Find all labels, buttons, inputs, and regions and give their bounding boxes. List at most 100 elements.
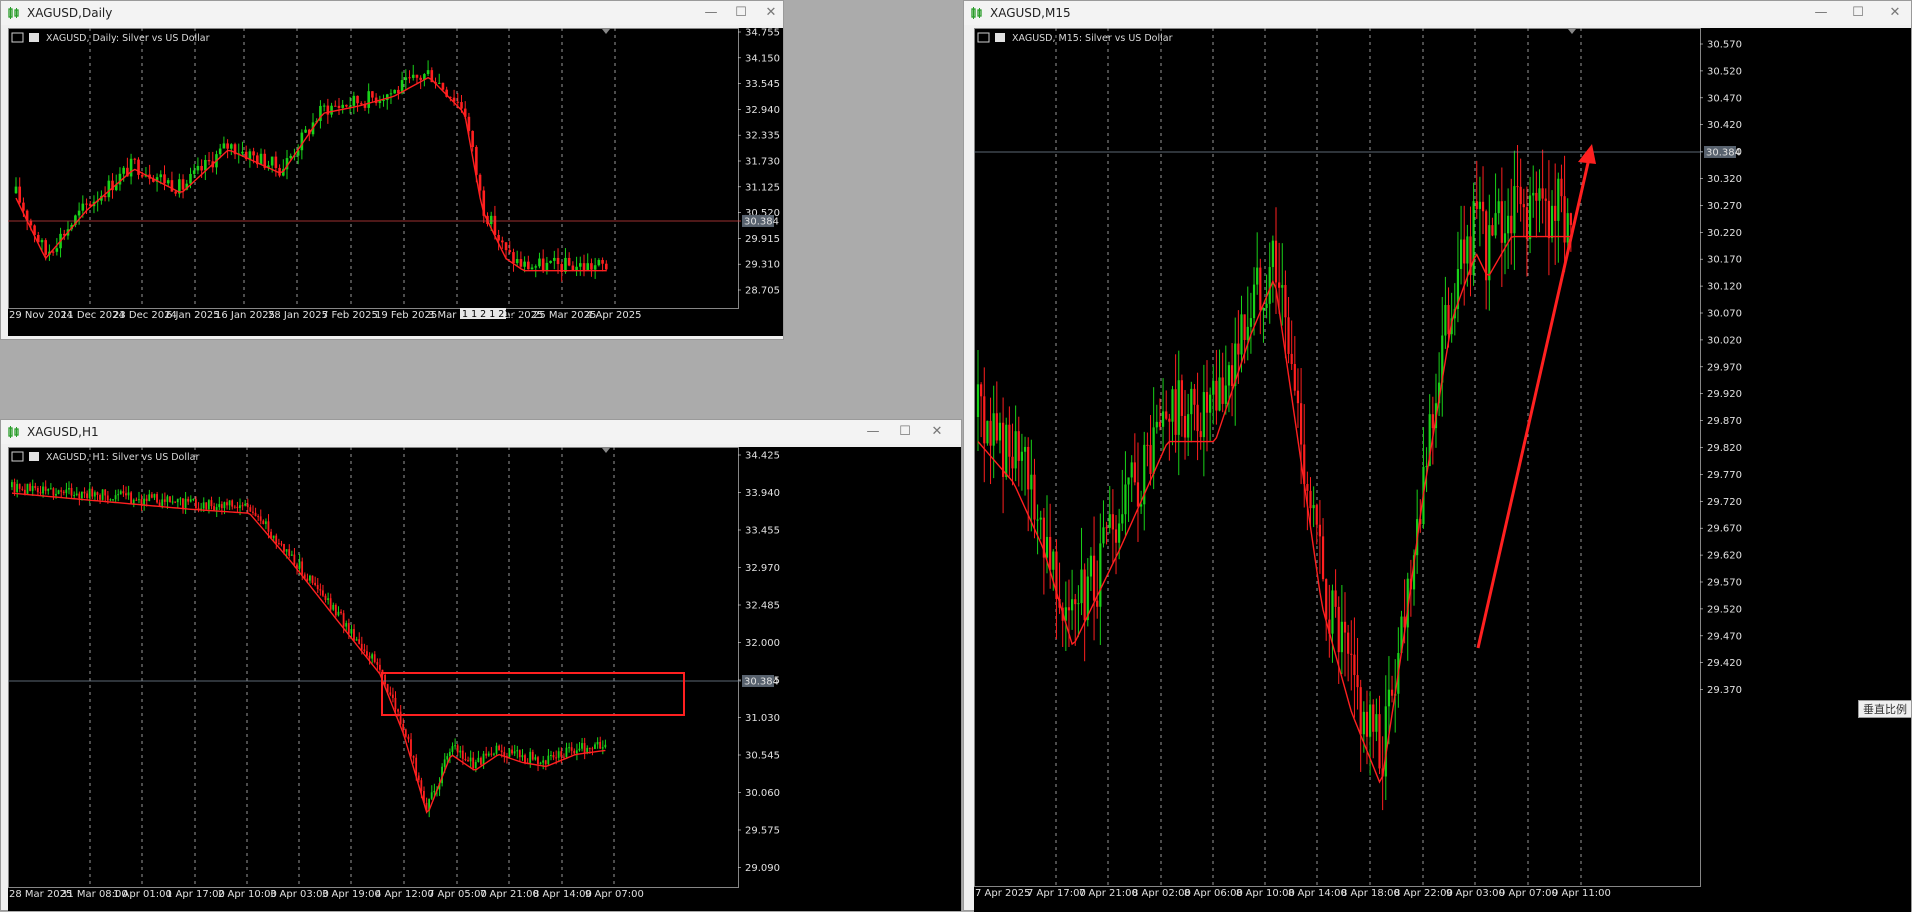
minimize-button[interactable]: — (859, 422, 887, 442)
candle-body (503, 752, 506, 756)
chart-window-daily[interactable]: XAGUSD,Daily — ☐ ✕ XAGUSD, Daily: Silver… (0, 0, 784, 340)
candle-body (1350, 653, 1353, 655)
price-tick-label: 34.425 (745, 451, 780, 462)
candle-body (109, 499, 112, 501)
candle-body (140, 499, 143, 505)
candle-body (210, 500, 213, 507)
candle-body (137, 159, 140, 175)
candle-body (541, 258, 545, 272)
candle-body (995, 413, 998, 441)
maximize-button[interactable]: ☐ (891, 422, 919, 442)
candle-body (1152, 427, 1155, 475)
price-tick-label: 29.520 (1707, 604, 1742, 615)
candle-body (511, 749, 513, 754)
candle-body (360, 643, 363, 650)
price-tick-label: 29.670 (1707, 524, 1742, 535)
candle-body (1478, 201, 1481, 209)
close-button[interactable]: ✕ (757, 3, 785, 23)
price-tick-label: 34.150 (745, 53, 780, 64)
candle-body (1127, 477, 1130, 485)
candle-body (226, 502, 228, 506)
price-chart-h1[interactable]: XAGUSD, H1: Silver vs US Dollar 34.425 33.… (8, 447, 961, 911)
candle-body (1550, 205, 1554, 239)
candle-body (1080, 569, 1083, 604)
candle-body (26, 483, 29, 494)
candle-body (249, 507, 252, 512)
candle-body (552, 755, 555, 758)
candle-body (524, 755, 526, 763)
candle-body (350, 629, 353, 634)
candle-body (1237, 343, 1240, 355)
price-tick-label: 29.870 (1707, 416, 1742, 427)
time-tick-label: 9 Apr 03:00 (1446, 888, 1505, 899)
price-tick-label: 30.060 (745, 788, 780, 799)
minimize-button[interactable]: — (1807, 3, 1835, 23)
close-button[interactable]: ✕ (923, 422, 951, 442)
candle-body (408, 77, 411, 79)
chart-canvas[interactable]: XAGUSD, Daily: Silver vs US Dollar 34.755… (8, 28, 783, 336)
candle-body (1089, 555, 1093, 577)
chart-canvas[interactable]: XAGUSD, H1: Silver vs US Dollar 34.425 33.… (8, 447, 961, 911)
chart-shift-marker (1568, 29, 1576, 34)
candle-body (174, 191, 177, 194)
candle-body (1036, 519, 1039, 521)
candle-body (1165, 411, 1168, 419)
price-chart-m15[interactable]: XAGUSD, M15: Silver vs US Dollar 30.570 30… (974, 28, 1911, 912)
candle-body (397, 709, 399, 712)
time-tick-label: 7 Apr 21:00 (480, 889, 539, 900)
chart-window-m15[interactable]: XAGUSD,M15 — ☐ ✕ XAGUSD, M15: Silver vs … (963, 0, 1912, 912)
candle-body (274, 156, 278, 168)
candle-body (356, 95, 359, 104)
candle-body (976, 384, 980, 417)
candle-body (319, 589, 322, 591)
candle-body (557, 751, 560, 758)
window-titlebar[interactable]: XAGUSD,Daily — ☐ ✕ (1, 1, 783, 25)
candle-body (83, 491, 86, 494)
candle-body (166, 180, 170, 184)
candle-body (148, 494, 151, 502)
candle-body (1299, 403, 1303, 445)
candle-body (1343, 621, 1347, 633)
candle-body (21, 488, 24, 490)
close-button[interactable]: ✕ (1881, 3, 1909, 23)
candle-body (293, 554, 296, 565)
candle-body (500, 750, 503, 753)
candle-body (181, 179, 185, 190)
price-tick-label: 29.770 (1707, 470, 1742, 481)
candle-body (300, 132, 304, 151)
candle-body (1205, 392, 1209, 413)
candle-body (1174, 389, 1177, 435)
maximize-button[interactable]: ☐ (727, 3, 755, 23)
candle-body (1161, 411, 1165, 427)
candle-body (321, 590, 324, 596)
price-tick-label: 29.620 (1707, 551, 1742, 562)
candle-body (1481, 201, 1485, 212)
chart-window-h1[interactable]: XAGUSD,H1 — ☐ ✕ XAGUSD, H1: Silver vs US… (0, 419, 962, 911)
time-tick-label: 7 Apr 05:00 (428, 889, 487, 900)
candle-body (324, 595, 327, 600)
candle-body (1353, 654, 1356, 676)
vertical-scale-button[interactable]: 垂直比例 (1858, 700, 1912, 718)
minimize-button[interactable]: — (697, 3, 725, 23)
window-titlebar[interactable]: XAGUSD,M15 — ☐ ✕ (964, 1, 1911, 25)
window-titlebar[interactable]: XAGUSD,H1 — ☐ ✕ (1, 420, 961, 444)
candle-body (1246, 326, 1249, 340)
candle-body (590, 263, 593, 270)
candle-body (521, 755, 524, 758)
time-tick-label: 16 Jan 2025 (215, 310, 275, 321)
price-chart-daily[interactable]: XAGUSD, Daily: Silver vs US Dollar 34.755… (8, 28, 783, 336)
window-title: XAGUSD,M15 (990, 6, 1071, 20)
time-tick-label: 7 Apr 2025 (975, 888, 1030, 899)
candle-body (223, 502, 226, 509)
maximize-button[interactable]: ☐ (1844, 3, 1872, 23)
candle-body (1252, 284, 1256, 319)
candle-body (399, 711, 402, 724)
price-tick-label: 29.915 (745, 234, 780, 245)
chart-canvas[interactable]: XAGUSD, M15: Silver vs US Dollar 30.570 30… (974, 28, 1911, 912)
candle-body (391, 694, 394, 698)
candle-body (42, 486, 44, 494)
time-tick-label: 7 Apr 21:00 (1079, 888, 1138, 899)
symbol-list-icon (11, 32, 24, 43)
candle-body (1096, 600, 1099, 607)
candle-body (145, 498, 148, 502)
